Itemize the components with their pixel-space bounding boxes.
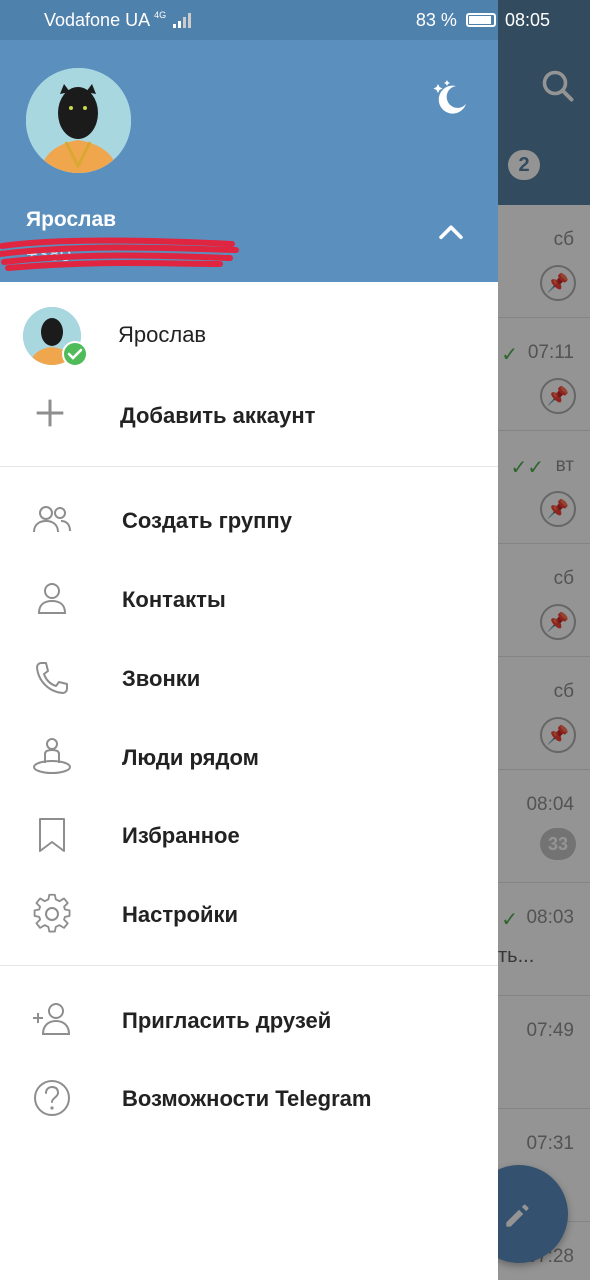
menu-label: Создать группу [122, 508, 292, 533]
navigation-drawer: Ярослав +380 Ярослав Добавить аккаунт Со… [0, 0, 498, 1280]
night-mode-icon[interactable] [430, 78, 470, 118]
menu-label: Пригласить друзей [122, 1008, 332, 1033]
group-icon [33, 506, 71, 533]
clock: 08:05 [504, 10, 550, 30]
menu-label: Контакты [122, 587, 226, 612]
person-icon [37, 583, 67, 614]
profile-name: Ярослав [26, 208, 117, 231]
menu-item-calls[interactable]: Звонки [0, 639, 498, 717]
bookmark-icon [39, 818, 65, 852]
gear-icon [33, 893, 71, 933]
add-account-button[interactable]: Добавить аккаунт [0, 375, 498, 453]
menu-item-people-nearby[interactable]: Люди рядом [0, 718, 498, 796]
menu-item-contacts[interactable]: Контакты [0, 560, 498, 638]
panther-avatar-image [26, 68, 131, 173]
add-person-icon [33, 1003, 71, 1035]
question-circle-icon [34, 1080, 70, 1116]
redaction-scribble [0, 237, 239, 271]
active-account-check-icon [62, 341, 88, 367]
profile-avatar[interactable] [26, 68, 131, 173]
signal-icon [173, 13, 192, 28]
menu-label: Настройки [122, 902, 239, 927]
phone-icon [36, 662, 68, 694]
divider [0, 466, 498, 467]
account-row-current[interactable]: Ярослав [0, 297, 498, 375]
menu-label: Избранное [122, 823, 240, 848]
divider [0, 965, 498, 966]
menu-item-saved[interactable]: Избранное [0, 796, 498, 874]
drawer-header: Ярослав +380 [0, 0, 498, 282]
menu-item-settings[interactable]: Настройки [0, 875, 498, 953]
chevron-up-icon[interactable] [434, 216, 468, 250]
menu-item-telegram-features[interactable]: Возможности Telegram [0, 1059, 498, 1137]
status-bar: Vodafone UA 4G 83 % 08:05 [0, 0, 590, 40]
carrier-label: Vodafone UA [44, 10, 150, 30]
people-nearby-icon [33, 738, 71, 774]
battery-icon [465, 13, 496, 27]
menu-label: Люди рядом [122, 745, 259, 770]
battery-percent: 83 % [415, 10, 457, 30]
menu-item-invite-friends[interactable]: Пригласить друзей [0, 981, 498, 1059]
menu-label: Возможности Telegram [122, 1086, 372, 1111]
account-name: Ярослав [118, 322, 207, 347]
network-type: 4G [154, 10, 167, 20]
menu-label: Звонки [122, 666, 201, 691]
plus-icon [36, 399, 64, 427]
add-account-label: Добавить аккаунт [120, 403, 316, 428]
menu-item-new-group[interactable]: Создать группу [0, 481, 498, 559]
